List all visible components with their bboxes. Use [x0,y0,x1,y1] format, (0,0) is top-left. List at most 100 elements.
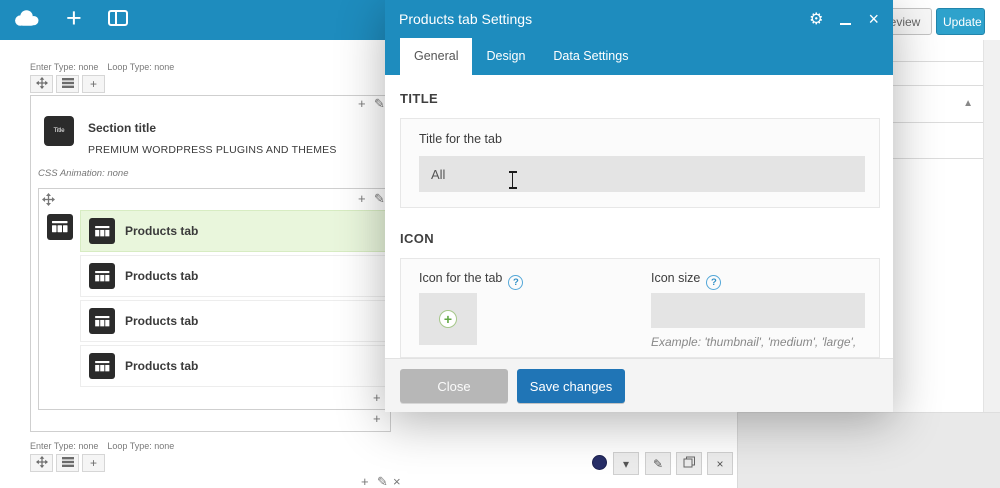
icon-field-panel: Icon for the tab? + Icon size? Example: … [400,258,880,358]
tab-row-icon [89,353,115,379]
plus-icon: + [89,77,97,91]
duplicate-button[interactable] [676,452,702,475]
move-icon [35,76,48,92]
sidebar-panel [893,40,983,62]
rows-icon [61,77,74,91]
row-controls-top: + [30,75,105,93]
text-cursor [507,171,518,189]
scrollbar-track[interactable] [983,40,1000,412]
tab-row-label: Products tab [125,314,199,328]
entry-type-label: Enter Type: none [30,62,99,72]
icon-picker[interactable]: + [419,293,477,345]
tab-row-icon [89,218,115,244]
entry-type-label: Enter Type: none [30,441,99,451]
editor-topbar: + [0,0,385,40]
help-icon[interactable]: ? [706,275,722,290]
edit-section-icon[interactable]: ✎ [374,97,385,110]
settings-modal: Products tab Settings ⚙ × General Design… [385,0,893,412]
templates-icon[interactable] [107,9,128,31]
update-button[interactable]: Update [936,8,985,35]
row-controls-bottom: + [30,454,105,472]
icon-field-label-row: Icon for the tab? [419,271,524,290]
tab-row-label: Products tab [125,224,199,238]
help-icon[interactable]: ? [508,275,524,290]
products-tab-row[interactable]: Products tab [80,255,386,297]
icon-section-heading: ICON [400,231,435,246]
title-field-panel: Title for the tab [400,118,880,208]
row-layout-button[interactable] [56,454,79,472]
add-element-icon[interactable]: + [358,97,366,110]
add-icon-button[interactable]: + [439,310,457,328]
loop-type-label: Loop Type: none [107,62,175,72]
css-animation-label: CSS Animation: none [38,168,129,179]
tab-design[interactable]: Design [472,38,539,75]
edit-button[interactable]: ✎ [645,452,671,475]
section-subtitle: PREMIUM WORDPRESS PLUGINS AND THEMES [88,144,337,156]
modal-header: Products tab Settings ⚙ × [385,0,893,38]
title-section-heading: TITLE [400,91,439,106]
title-field-label: Title for the tab [419,132,502,146]
delete-element-icon[interactable]: × [393,475,401,488]
row-layout-button[interactable] [56,75,79,93]
close-icon[interactable]: × [868,10,879,28]
icon-size-hint: Example: 'thumbnail', 'medium', 'large', [651,335,857,349]
edit-tabs-icon[interactable]: ✎ [374,192,385,205]
products-tab-row[interactable]: Products tab [80,345,386,387]
modal-title: Products tab Settings [399,11,533,27]
icon-field-label: Icon for the tab [419,271,503,285]
color-indicator [592,455,607,470]
drag-row-button[interactable] [30,454,53,472]
collapse-toggle-icon[interactable]: ▲ [963,98,973,109]
edit-element-icon[interactable]: ✎ [377,475,388,488]
icon-size-input[interactable] [651,293,865,328]
sidebar-panel: ▲ [893,85,983,123]
minimize-icon[interactable] [840,23,852,25]
drag-row-button[interactable] [30,75,53,93]
logo-cloud-icon[interactable] [13,9,40,31]
section-title-icon-text: Title [53,128,65,134]
modal-tabbar: General Design Data Settings [385,38,893,75]
save-changes-button[interactable]: Save changes [517,369,625,403]
close-icon: × [716,456,724,471]
tab-row-label: Products tab [125,359,199,373]
tab-row-icon [89,263,115,289]
add-element-icon[interactable]: + [66,4,82,32]
add-section-element-icon[interactable]: + [373,412,381,425]
tab-row-label: Products tab [125,269,199,283]
settings-gear-icon[interactable]: ⚙ [809,9,823,29]
add-element-icon[interactable]: + [361,475,369,488]
close-button[interactable]: Close [400,369,508,403]
row-meta-top: Enter Type: none Loop Type: none [30,62,174,72]
copy-icon [683,456,696,471]
modal-footer: Close Save changes [385,358,893,412]
modal-body: TITLE Title for the tab ICON Icon for th… [385,75,893,358]
dropdown-toggle-button[interactable]: ▾ [613,452,639,475]
move-icon [35,455,48,471]
add-tab-icon[interactable]: + [358,192,366,205]
section-title-element-icon: Title [44,116,74,146]
add-column-button[interactable]: + [82,454,105,472]
sidebar-panel [893,123,983,159]
admin-background [737,412,1000,488]
tabs-element-icon [47,214,73,240]
products-tab-row[interactable]: Products tab [80,300,386,342]
add-inner-element-icon[interactable]: + [373,391,381,404]
plus-icon: + [89,456,97,470]
pencil-icon: ✎ [652,456,664,471]
section-title-label: Section title [88,121,157,135]
icon-size-label-row: Icon size? [651,271,722,290]
tab-row-icon [89,308,115,334]
icon-size-label: Icon size [651,271,701,285]
products-tab-row[interactable]: Products tab [80,210,386,252]
delete-button[interactable]: × [707,452,733,475]
drag-element-icon[interactable] [42,193,55,208]
loop-type-label: Loop Type: none [107,441,175,451]
row-meta-bottom: Enter Type: none Loop Type: none [30,441,174,451]
title-input[interactable] [419,156,865,192]
page: Enter Type: none Loop Type: none + + ✎ T… [0,0,1000,488]
caret-down-icon: ▾ [622,456,630,471]
add-column-button[interactable]: + [82,75,105,93]
tab-data-settings[interactable]: Data Settings [539,38,642,75]
tab-general[interactable]: General [400,38,473,75]
rows-icon [61,456,74,470]
